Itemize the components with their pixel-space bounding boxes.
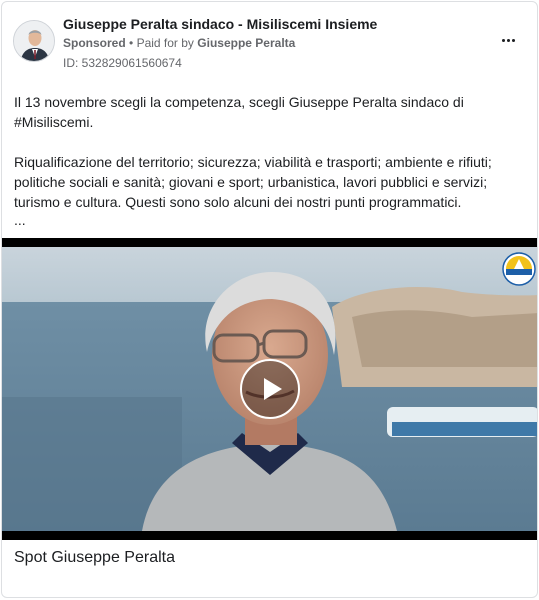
sponsored-label: Sponsored bbox=[63, 36, 126, 50]
paid-for-prefix: Paid for by bbox=[136, 36, 194, 50]
dot-separator: • bbox=[129, 36, 137, 50]
dot bbox=[501, 38, 505, 42]
dot bbox=[511, 38, 515, 42]
post-header: Giuseppe Peralta sindaco - Misiliscemi I… bbox=[2, 2, 537, 82]
body-paragraph-1: Il 13 novembre scegli la competenza, sce… bbox=[14, 94, 464, 130]
dot bbox=[506, 38, 510, 42]
video-caption[interactable]: Spot Giuseppe Peralta bbox=[14, 549, 175, 567]
avatar-image bbox=[14, 21, 54, 61]
see-more-ellipsis[interactable]: ... bbox=[14, 212, 26, 228]
page-avatar[interactable] bbox=[13, 20, 55, 62]
play-icon[interactable] bbox=[240, 359, 300, 419]
video-player[interactable] bbox=[2, 238, 537, 540]
ad-id: ID: 532829061560674 bbox=[63, 56, 182, 70]
post-body: Il 13 novembre scegli la competenza, sce… bbox=[14, 92, 526, 212]
page-name[interactable]: Giuseppe Peralta sindaco - Misiliscemi I… bbox=[63, 16, 377, 32]
more-options-icon[interactable] bbox=[495, 30, 521, 50]
ad-card: Giuseppe Peralta sindaco - Misiliscemi I… bbox=[1, 1, 538, 598]
paid-for-name: Giuseppe Peralta bbox=[197, 36, 296, 50]
campaign-logo-icon bbox=[502, 252, 536, 286]
sponsor-line: Sponsored • Paid for by Giuseppe Peralta bbox=[63, 36, 295, 50]
body-paragraph-2: Riqualificazione del territorio; sicurez… bbox=[14, 154, 492, 210]
